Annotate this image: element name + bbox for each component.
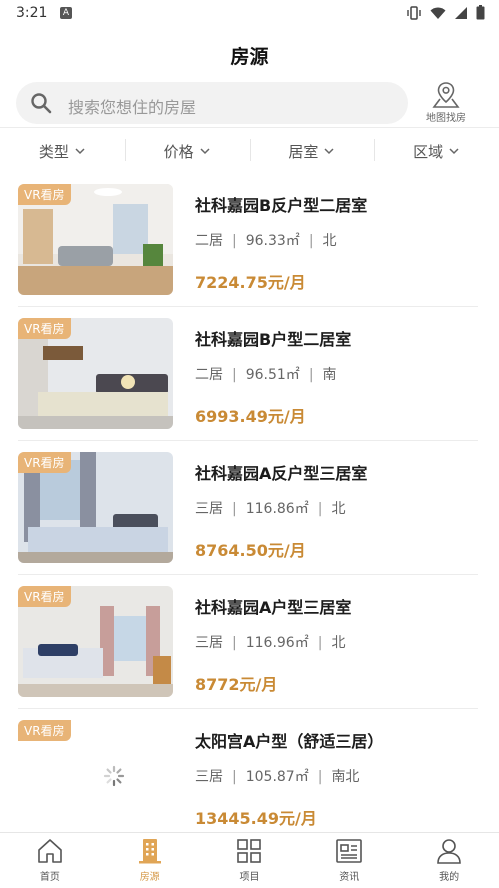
filter-label: 居室	[288, 142, 319, 161]
divider	[0, 127, 499, 128]
status-time: 3:21	[16, 5, 48, 21]
listing-area: 96.51㎡	[245, 367, 300, 383]
loading-spinner-icon	[103, 765, 125, 787]
tab-news[interactable]: 资讯	[299, 833, 399, 888]
filter-label: 类型	[38, 142, 69, 161]
divider	[18, 708, 478, 709]
divider	[18, 440, 478, 441]
listing-area: 116.86㎡	[245, 501, 309, 517]
tab-label: 我的	[439, 872, 460, 883]
grid-icon	[237, 839, 262, 863]
tab-label: 首页	[39, 872, 60, 883]
wifi-icon	[430, 5, 446, 24]
search-input[interactable]: 搜索您想住的房屋	[16, 82, 408, 124]
listing-rooms: 三居	[195, 635, 223, 651]
listing-area: 105.87㎡	[245, 769, 309, 785]
home-icon	[38, 839, 62, 863]
listing-orientation: 北	[331, 635, 346, 651]
bottom-tab-bar: 首页 房源 项目 资讯 我的	[0, 832, 499, 888]
divider	[18, 574, 478, 575]
tab-label: 资讯	[339, 872, 360, 883]
listing-rooms: 三居	[195, 501, 223, 517]
search-placeholder: 搜索您想住的房屋	[68, 98, 197, 117]
vr-badge: VR看房	[18, 184, 71, 205]
map-search-label: 地图找房	[426, 113, 466, 124]
vr-badge: VR看房	[18, 586, 71, 607]
listing-meta: 二居 | 96.51㎡ | 南	[195, 367, 337, 383]
listing-meta: 三居 | 116.96㎡ | 北	[195, 635, 346, 651]
listing-photo[interactable]: VR看房	[18, 318, 173, 429]
tab-mine[interactable]: 我的	[399, 833, 499, 888]
tab-projects[interactable]: 项目	[200, 833, 300, 888]
listing-orientation: 南	[322, 367, 337, 383]
filter-type[interactable]: 类型	[0, 136, 125, 166]
chevron-down-icon	[449, 148, 459, 155]
vr-badge: VR看房	[18, 720, 71, 741]
news-icon	[336, 839, 363, 863]
listing-item[interactable]: VR看房 社科嘉园A反户型三居室 三居 | 116.86㎡ | 北 8764.50元/月	[0, 452, 499, 586]
filter-price[interactable]: 价格	[124, 136, 250, 166]
filter-bar: 类型 价格 居室 区域	[0, 136, 499, 166]
listing-area: 96.33㎡	[245, 233, 300, 249]
listing-meta: 二居 | 96.33㎡ | 北	[195, 233, 337, 249]
listing-price: 13445.49元/月	[195, 809, 317, 828]
filter-area[interactable]: 区域	[374, 136, 499, 166]
filter-label: 价格	[163, 142, 194, 161]
tab-listings[interactable]: 房源	[100, 833, 200, 888]
listing-photo[interactable]: VR看房	[18, 184, 173, 295]
vr-badge: VR看房	[18, 452, 71, 473]
listing-item[interactable]: VR看房 社科嘉园B户型二居室 二居 | 96.51㎡ | 南 6993.49元/月	[0, 318, 499, 452]
tab-label: 项目	[239, 872, 260, 883]
listing-orientation: 北	[322, 233, 337, 249]
status-bar: 3:21 A	[0, 0, 499, 28]
listing-meta: 三居 | 116.86㎡ | 北	[195, 501, 346, 517]
chevron-down-icon	[200, 148, 210, 155]
chevron-down-icon	[324, 148, 334, 155]
listing-price: 6993.49元/月	[195, 407, 306, 426]
listing-area: 116.96㎡	[245, 635, 309, 651]
map-search-button[interactable]: 地图找房	[420, 80, 472, 126]
listing-photo[interactable]: VR看房	[18, 720, 173, 831]
divider	[18, 306, 478, 307]
chevron-down-icon	[75, 148, 85, 155]
signal-icon	[454, 5, 468, 24]
listing-title: 社科嘉园A户型三居室	[195, 598, 352, 617]
user-icon	[437, 839, 461, 864]
vr-badge: VR看房	[18, 318, 71, 339]
listing-rooms: 三居	[195, 769, 223, 785]
listing-orientation: 北	[331, 501, 346, 517]
listing-photo[interactable]: VR看房	[18, 452, 173, 563]
filter-label: 区域	[413, 142, 444, 161]
page-title: 房源	[230, 46, 269, 68]
listing-photo[interactable]: VR看房	[18, 586, 173, 697]
notification-icon: A	[60, 7, 72, 19]
building-icon	[138, 839, 161, 864]
listing-price: 8764.50元/月	[195, 541, 306, 560]
filter-rooms[interactable]: 居室	[249, 136, 375, 166]
listing-title: 社科嘉园B反户型二居室	[195, 196, 368, 215]
listing-orientation: 南北	[331, 769, 360, 785]
listing-rooms: 二居	[195, 233, 223, 249]
listing-title: 社科嘉园A反户型三居室	[195, 464, 368, 483]
listing-meta: 三居 | 105.87㎡ | 南北	[195, 769, 360, 785]
status-icons	[406, 5, 485, 24]
listing-price: 7224.75元/月	[195, 273, 306, 292]
map-pin-icon	[432, 82, 460, 108]
listing-title: 社科嘉园B户型二居室	[195, 330, 352, 349]
listing-item[interactable]: VR看房 社科嘉园B反户型二居室 二居 | 96.33㎡ | 北 7224.75元/月	[0, 184, 499, 318]
listing-rooms: 二居	[195, 367, 223, 383]
listing-item[interactable]: VR看房 社科嘉园A户型三居室 三居 | 116.96㎡ | 北 8772元/月	[0, 586, 499, 720]
vibrate-icon	[406, 5, 422, 24]
tab-label: 房源	[139, 872, 160, 883]
tab-home[interactable]: 首页	[0, 833, 100, 888]
listing-price: 8772元/月	[195, 675, 278, 694]
search-icon	[31, 93, 52, 114]
listing-title: 太阳宫A户型（舒适三居）	[195, 732, 384, 751]
battery-icon	[476, 5, 485, 24]
